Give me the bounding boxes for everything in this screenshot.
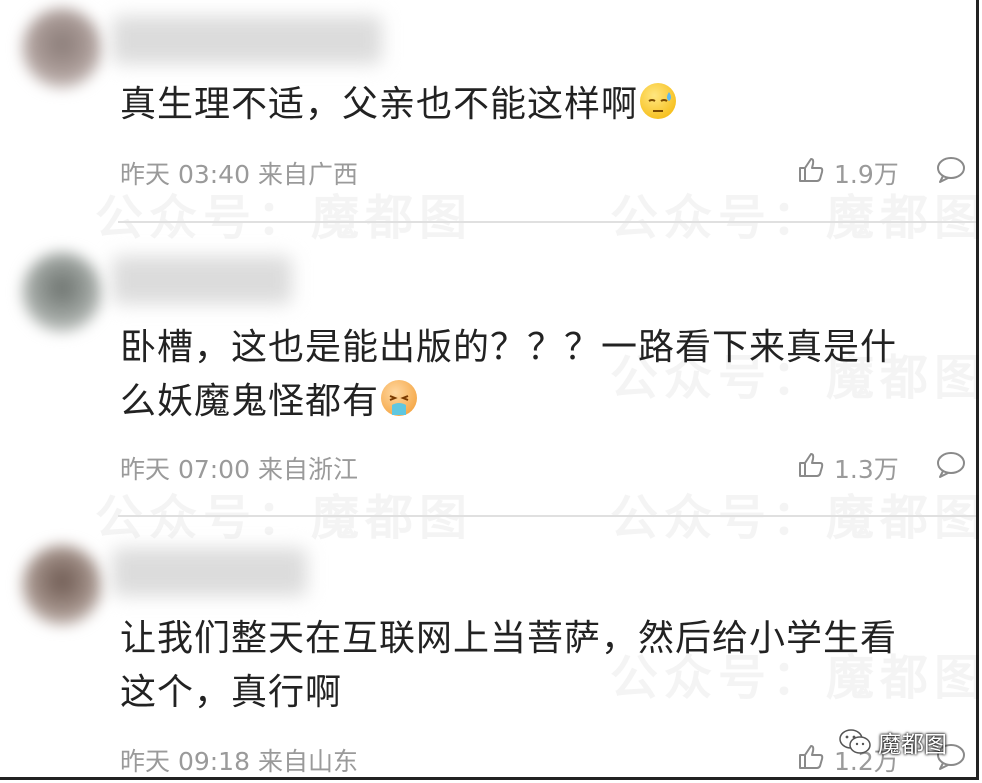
username-blurred[interactable] bbox=[112, 548, 307, 596]
comment-time: 昨天 03:40 bbox=[120, 160, 250, 189]
comment-time: 昨天 09:18 bbox=[120, 747, 250, 776]
avatar[interactable] bbox=[22, 545, 102, 625]
username-blurred[interactable] bbox=[112, 16, 382, 64]
comment-text: 让我们整天在互联网上当菩萨，然后给小学生看 这个，真行啊 bbox=[120, 612, 950, 720]
reply-icon[interactable] bbox=[935, 450, 967, 480]
brand-name: 魔都图 bbox=[878, 732, 947, 758]
comment-text-line: 让我们整天在互联网上当菩萨，然后给小学生看 bbox=[120, 618, 898, 659]
brand-watermark: 魔都图 bbox=[838, 725, 947, 759]
like-icon[interactable] bbox=[797, 451, 825, 479]
wechat-icon bbox=[839, 729, 871, 754]
comment-location: 来自浙江 bbox=[258, 455, 359, 484]
divider bbox=[118, 221, 976, 223]
comment-list: 公众号：魔都图 公众号：魔都图 公众号：魔都图 公众号：魔都图 公众号：魔都图 … bbox=[0, 0, 982, 780]
comment-location: 来自广西 bbox=[258, 160, 359, 189]
comment-time: 昨天 07:00 bbox=[120, 455, 250, 484]
comment-location: 来自山东 bbox=[258, 747, 359, 776]
comment-text: 真生理不适，父亲也不能这样啊 bbox=[120, 78, 950, 132]
comment-meta: 昨天 03:40 来自广西 bbox=[120, 155, 358, 191]
comment-text-line: 卧槽，这也是能出版的？？？一路看下来真是什 bbox=[120, 327, 898, 368]
comment-meta: 昨天 09:18 来自山东 bbox=[120, 742, 358, 778]
like-count: 1.9万 bbox=[834, 160, 899, 189]
divider bbox=[118, 515, 976, 517]
comment-text-line: 么妖魔鬼怪都有 bbox=[120, 375, 950, 429]
reply-icon[interactable] bbox=[935, 155, 967, 185]
watermark: 公众号：魔都图 bbox=[610, 178, 982, 248]
like-icon[interactable] bbox=[797, 743, 825, 771]
comment-text-content: 真生理不适，父亲也不能这样啊 bbox=[120, 84, 639, 125]
watermark: 公众号：魔都图 bbox=[95, 478, 473, 548]
username-blurred[interactable] bbox=[112, 256, 292, 304]
comment-text-line: 这个，真行啊 bbox=[120, 672, 343, 713]
sweat-emoji-icon bbox=[640, 83, 677, 119]
comment-text: 卧槽，这也是能出版的？？？一路看下来真是什 么妖魔鬼怪都有 bbox=[120, 321, 950, 429]
like-icon[interactable] bbox=[797, 156, 825, 184]
avatar[interactable] bbox=[22, 8, 102, 88]
comment-meta: 昨天 07:00 来自浙江 bbox=[120, 450, 358, 486]
avatar[interactable] bbox=[22, 252, 102, 332]
vomit-emoji-icon bbox=[381, 380, 418, 416]
watermark: 公众号：魔都图 bbox=[610, 478, 982, 548]
like-count: 1.3万 bbox=[834, 455, 899, 484]
